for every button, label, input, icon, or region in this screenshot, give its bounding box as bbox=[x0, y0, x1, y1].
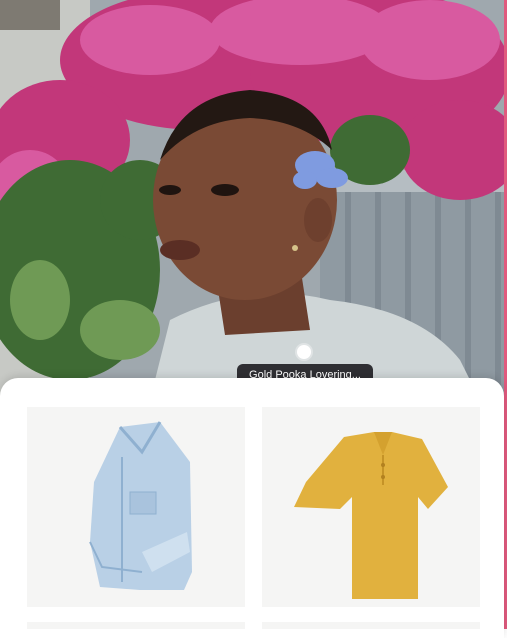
hero-photo bbox=[0, 0, 507, 400]
jacket-icon bbox=[89, 421, 192, 590]
polo-shirt-icon bbox=[294, 432, 448, 599]
hero-illustration bbox=[0, 0, 507, 400]
product-card-partial bbox=[27, 622, 245, 629]
product-hotspot[interactable] bbox=[297, 345, 311, 359]
product-card-partial bbox=[262, 622, 480, 629]
product-card-denim-jacket[interactable] bbox=[27, 407, 245, 607]
product-card-yellow-polo[interactable] bbox=[262, 407, 480, 607]
